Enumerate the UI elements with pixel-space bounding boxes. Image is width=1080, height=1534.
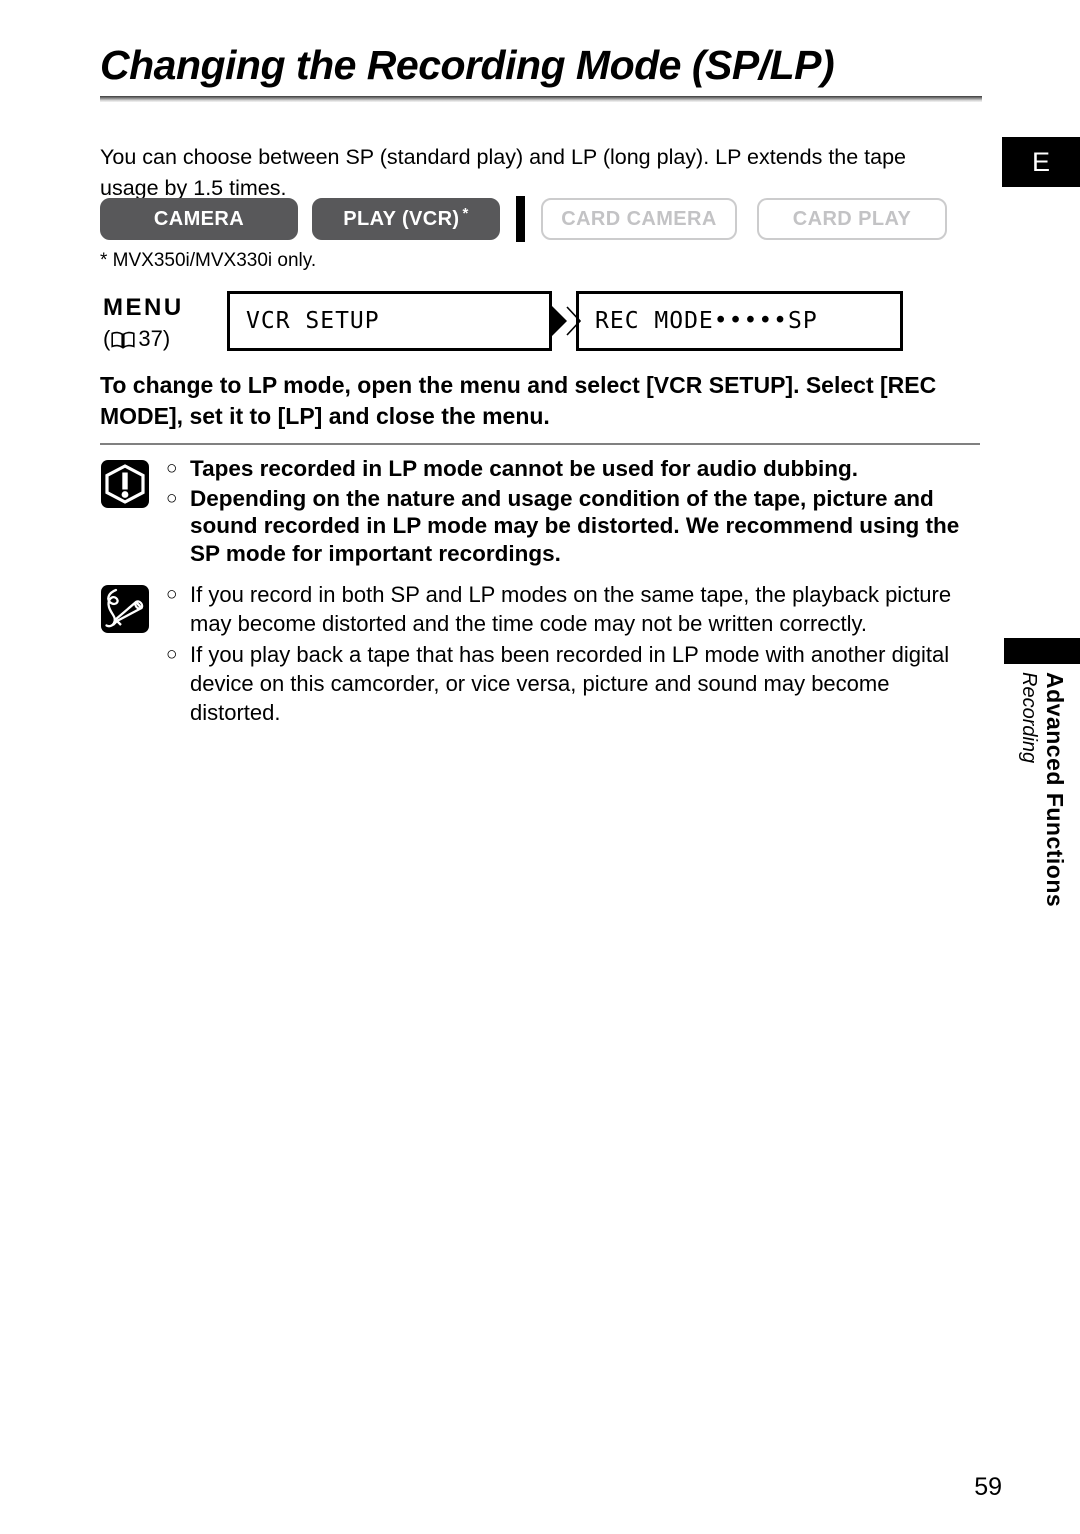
mode-button-card-play-label: CARD PLAY bbox=[792, 207, 912, 230]
paren-close: ) bbox=[162, 326, 171, 351]
mode-button-camera-label: CAMERA bbox=[153, 207, 245, 230]
book-icon bbox=[111, 331, 135, 349]
menu-step-rec-mode[interactable]: REC MODE•••••SP bbox=[576, 291, 903, 351]
info-item-1-text: If you record in both SP and LP modes on… bbox=[190, 582, 952, 636]
menu-step-1-label: VCR SETUP bbox=[246, 308, 380, 334]
memo-pencil-icon bbox=[100, 584, 150, 634]
page-title: Changing the Recording Mode (SP/LP) bbox=[100, 42, 835, 88]
instruction-text: To change to LP mode, open the menu and … bbox=[100, 372, 937, 429]
menu-step-vcr-setup[interactable]: VCR SETUP bbox=[227, 291, 552, 351]
warning-item-1-text: Tapes recorded in LP mode cannot be used… bbox=[190, 456, 858, 481]
mode-group-separator bbox=[516, 196, 525, 242]
list-item: ○ Depending on the nature and usage condi… bbox=[166, 485, 976, 568]
menu-label-group: MENU (37) bbox=[103, 294, 223, 352]
mode-button-play-vcr-label: PLAY (VCR) bbox=[343, 207, 460, 230]
section-tab-subtitle: Recording bbox=[1018, 672, 1040, 764]
info-item-2-text: If you play back a tape that has been re… bbox=[190, 642, 950, 725]
bullet-glyph: ○ bbox=[166, 458, 178, 479]
bullet-glyph: ○ bbox=[166, 644, 178, 665]
list-item: ○ If you play back a tape that has been r… bbox=[166, 640, 980, 727]
intro-paragraph: You can choose between SP (standard play… bbox=[100, 144, 907, 200]
menu-label: MENU bbox=[103, 294, 184, 321]
list-item: ○ Tapes recorded in LP mode cannot be use… bbox=[166, 455, 976, 483]
list-item: ○ If you record in both SP and LP modes o… bbox=[166, 580, 980, 638]
operating-mode-row: CAMERA PLAY (VCR) * CARD CAMERA CARD PLAY bbox=[100, 196, 947, 242]
bullet-glyph: ○ bbox=[166, 584, 178, 605]
page-number: 59 bbox=[974, 1473, 1002, 1501]
bullet-glyph: ○ bbox=[166, 487, 178, 509]
menu-page-reference: (37) bbox=[103, 326, 223, 352]
paren-open: ( bbox=[103, 326, 111, 351]
mode-button-card-play[interactable]: CARD PLAY bbox=[757, 198, 947, 240]
mode-button-camera[interactable]: CAMERA bbox=[100, 198, 298, 240]
footnote-marker-asterisk: * bbox=[462, 204, 469, 222]
section-tab-marker bbox=[1004, 638, 1080, 664]
info-note-list: ○ If you record in both SP and LP modes o… bbox=[166, 580, 980, 729]
warning-exclamation-icon bbox=[100, 459, 150, 509]
title-divider bbox=[100, 96, 982, 102]
info-note-block: ○ If you record in both SP and LP modes o… bbox=[100, 580, 980, 729]
menu-page-number: 37 bbox=[138, 326, 163, 351]
warning-item-2-text: Depending on the nature and usage condit… bbox=[190, 485, 960, 566]
instruction-divider bbox=[100, 443, 980, 445]
menu-step-2-label: REC MODE•••••SP bbox=[595, 308, 818, 334]
mode-button-card-camera-label: CARD CAMERA bbox=[561, 207, 717, 230]
section-tab-text-group: Advanced Functions Recording bbox=[1012, 672, 1072, 932]
warning-note-block: ○ Tapes recorded in LP mode cannot be use… bbox=[100, 455, 980, 569]
warning-note-list: ○ Tapes recorded in LP mode cannot be use… bbox=[166, 455, 976, 569]
mode-button-card-camera[interactable]: CARD CAMERA bbox=[541, 198, 737, 240]
mode-button-play-vcr[interactable]: PLAY (VCR) * bbox=[312, 198, 500, 240]
language-tab: E bbox=[1002, 137, 1080, 187]
mode-footnote: * MVX350i/MVX330i only. bbox=[100, 250, 317, 271]
section-tab-title: Advanced Functions bbox=[1042, 672, 1068, 908]
